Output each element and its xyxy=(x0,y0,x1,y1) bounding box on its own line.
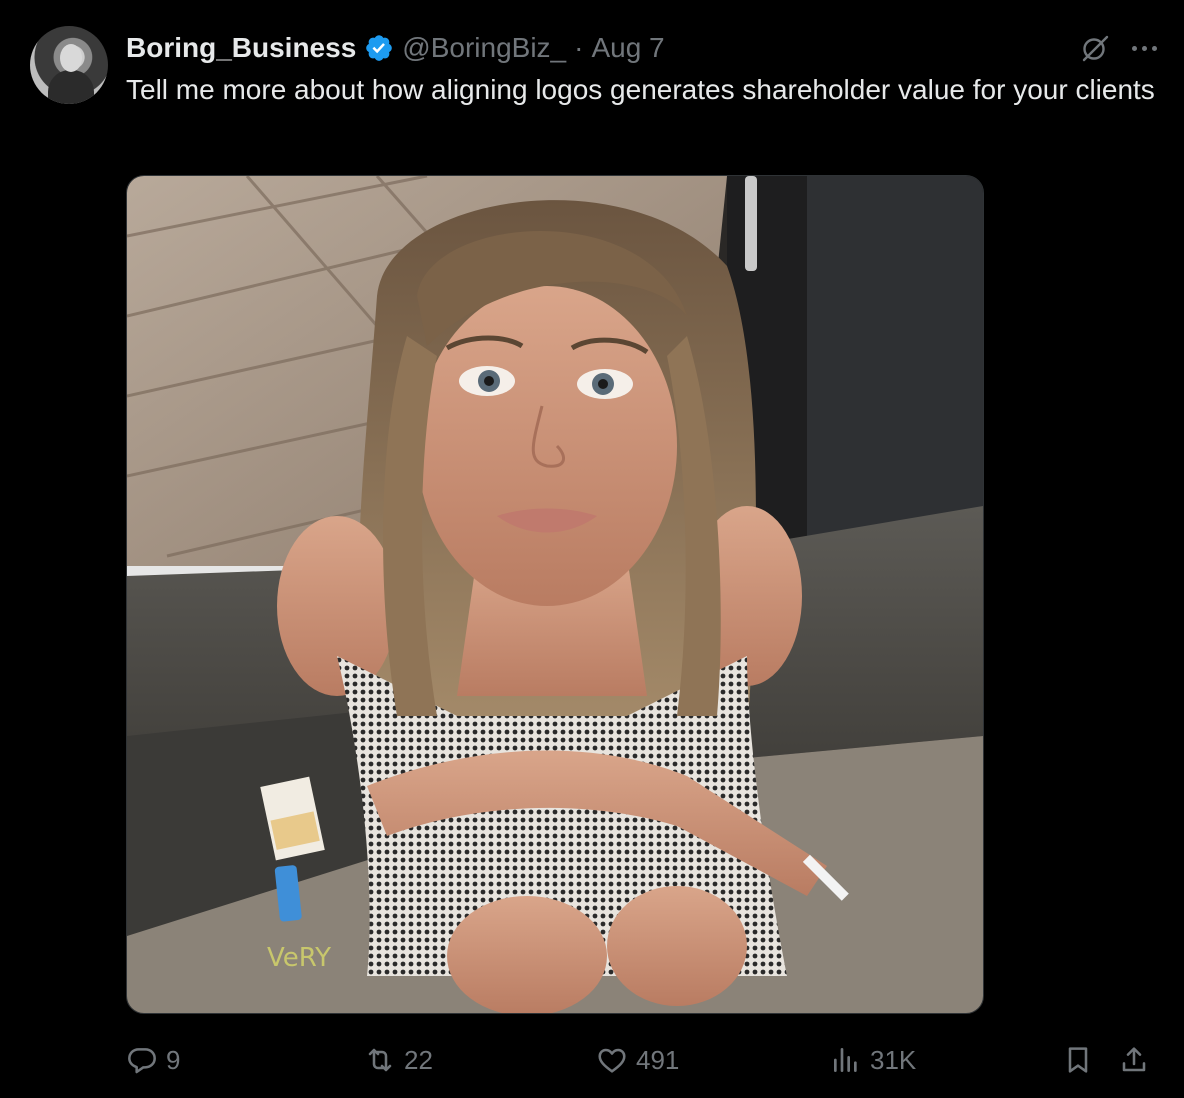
heart-icon xyxy=(598,1048,626,1073)
grok-icon[interactable] xyxy=(1080,33,1110,63)
photo-illustration: VeRY xyxy=(127,176,983,1013)
reply-button[interactable]: 9 xyxy=(126,1040,180,1080)
author-handle[interactable]: @BoringBiz_ xyxy=(402,32,566,64)
tweet-media-photo[interactable]: VeRY xyxy=(126,175,984,1014)
like-button[interactable]: 491 xyxy=(596,1040,679,1080)
verified-badge-icon[interactable] xyxy=(364,33,394,63)
reply-count: 9 xyxy=(166,1044,181,1075)
author-name[interactable]: Boring_Business xyxy=(126,32,356,64)
avatar-figure-head xyxy=(60,44,82,72)
like-count: 491 xyxy=(636,1044,680,1075)
share-icon xyxy=(1122,1047,1146,1072)
bookmark-icon xyxy=(1068,1047,1088,1073)
chalk-scene-text: VeRY xyxy=(267,943,331,973)
tweet-action-bar: 9 22 491 31K xyxy=(126,1040,1166,1080)
author-avatar[interactable] xyxy=(30,26,108,104)
repost-count: 22 xyxy=(404,1044,433,1075)
views-button[interactable]: 31K xyxy=(830,1040,916,1080)
tweet-text: Tell me more about how aligning logos ge… xyxy=(126,74,1155,105)
tweet-header: Boring_Business @BoringBiz_ · Aug 7 xyxy=(126,28,1164,68)
reply-icon xyxy=(128,1048,156,1074)
bookmark-button[interactable] xyxy=(1062,1040,1094,1080)
views-chart-icon xyxy=(834,1048,857,1072)
repost-icon xyxy=(368,1048,392,1072)
tweet-date[interactable]: Aug 7 xyxy=(591,32,664,64)
header-actions xyxy=(1080,28,1164,68)
repost-button[interactable]: 22 xyxy=(364,1040,433,1080)
more-icon[interactable] xyxy=(1132,43,1164,53)
share-button[interactable] xyxy=(1118,1040,1150,1080)
header-separator: · xyxy=(574,32,584,63)
avatar-figure-body xyxy=(48,70,94,104)
views-count: 31K xyxy=(870,1044,917,1075)
